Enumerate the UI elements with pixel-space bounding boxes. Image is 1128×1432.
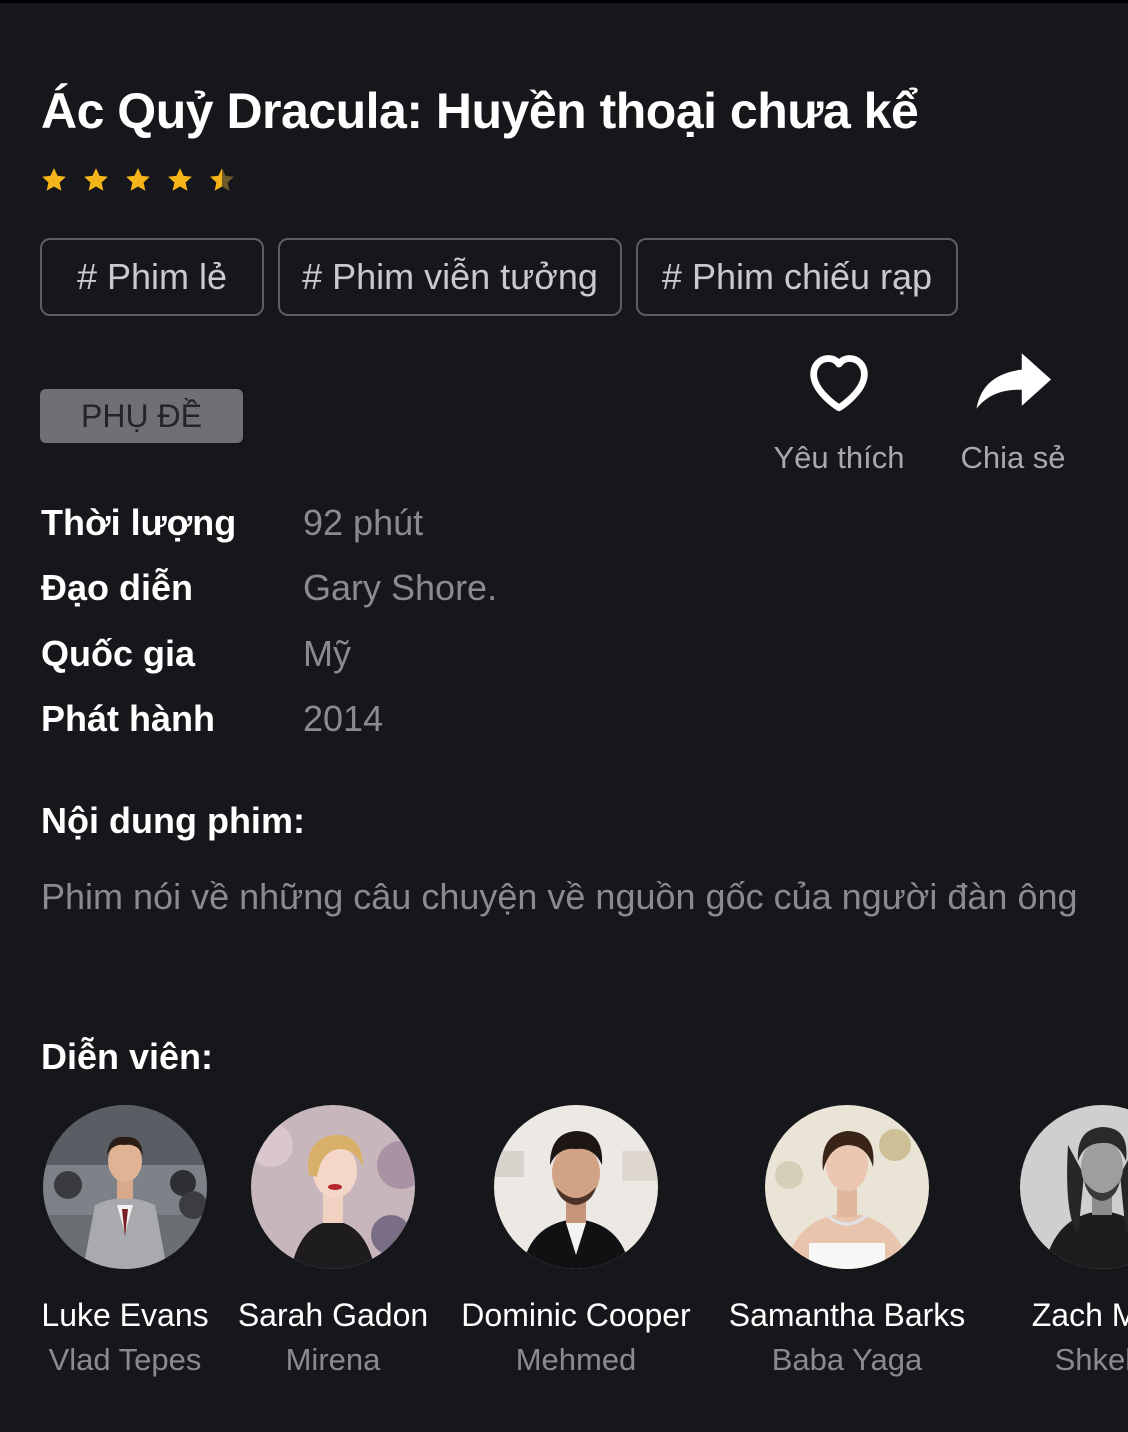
info-label: Phát hành xyxy=(41,698,216,740)
genre-tags: # Phim lẻ # Phim viễn tưởng # Phim chiếu… xyxy=(40,238,958,316)
cast-name: Sarah Gadon xyxy=(237,1297,429,1333)
cast-role: Shkelg xyxy=(1054,1342,1128,1377)
share-arrow-icon xyxy=(928,346,1098,416)
movie-info: Thời lượng 92 phút Đạo diễn Gary Shore. … xyxy=(41,490,497,752)
star-icon xyxy=(168,168,192,191)
cast-name: Luke Evans xyxy=(41,1297,209,1333)
info-value: 2014 xyxy=(303,698,384,740)
info-row-duration: Thời lượng 92 phút xyxy=(41,490,497,556)
avatar xyxy=(43,1105,207,1269)
top-divider xyxy=(0,0,1128,3)
plot-heading: Nội dung phim: xyxy=(41,800,305,841)
cast-role: Baba Yaga xyxy=(771,1342,923,1377)
share-button[interactable]: Chia sẻ xyxy=(928,346,1098,476)
cast-role: Mirena xyxy=(285,1342,381,1377)
subtitle-badge: PHỤ ĐỀ xyxy=(40,389,243,443)
info-label: Quốc gia xyxy=(41,632,196,674)
half-star-icon xyxy=(210,168,234,191)
star-icon xyxy=(84,168,108,191)
avatar xyxy=(494,1105,658,1269)
share-label: Chia sẻ xyxy=(960,440,1066,475)
cast-name: Dominic Cooper xyxy=(461,1297,691,1333)
info-value: Mỹ xyxy=(303,632,351,674)
cast-name: Zach Mcg xyxy=(1031,1297,1128,1333)
cast-role: Mehmed xyxy=(515,1342,637,1377)
star-icon xyxy=(42,168,66,191)
tag-phim-vien-tuong[interactable]: # Phim viễn tưởng xyxy=(278,238,622,316)
heart-icon xyxy=(754,346,924,416)
info-label: Đạo diễn xyxy=(41,567,194,609)
cast-role: Vlad Tepes xyxy=(48,1342,202,1377)
like-button[interactable]: Yêu thích xyxy=(754,346,924,476)
cast-name: Samantha Barks xyxy=(728,1297,966,1333)
rating-stars xyxy=(40,166,236,194)
info-row-director: Đạo diễn Gary Shore. xyxy=(41,556,497,622)
cast-heading: Diễn viên: xyxy=(41,1036,214,1077)
info-value: Gary Shore. xyxy=(303,567,498,609)
movie-title: Ác Quỷ Dracula: Huyền thoại chưa kể xyxy=(41,83,919,139)
star-icon xyxy=(126,168,150,191)
avatar xyxy=(251,1105,415,1269)
info-row-country: Quốc gia Mỹ xyxy=(41,621,497,687)
info-value: 92 phút xyxy=(303,501,424,543)
avatar xyxy=(765,1105,929,1269)
info-label: Thời lượng xyxy=(41,501,237,543)
tag-phim-chieu-rap[interactable]: # Phim chiếu rạp xyxy=(636,238,958,316)
avatar xyxy=(1020,1105,1128,1269)
like-label: Yêu thích xyxy=(773,440,905,475)
info-row-release: Phát hành 2014 xyxy=(41,687,497,753)
plot-text: Phim nói về những câu chuyện về nguồn gố… xyxy=(41,876,1078,917)
tag-phim-le[interactable]: # Phim lẻ xyxy=(40,238,264,316)
